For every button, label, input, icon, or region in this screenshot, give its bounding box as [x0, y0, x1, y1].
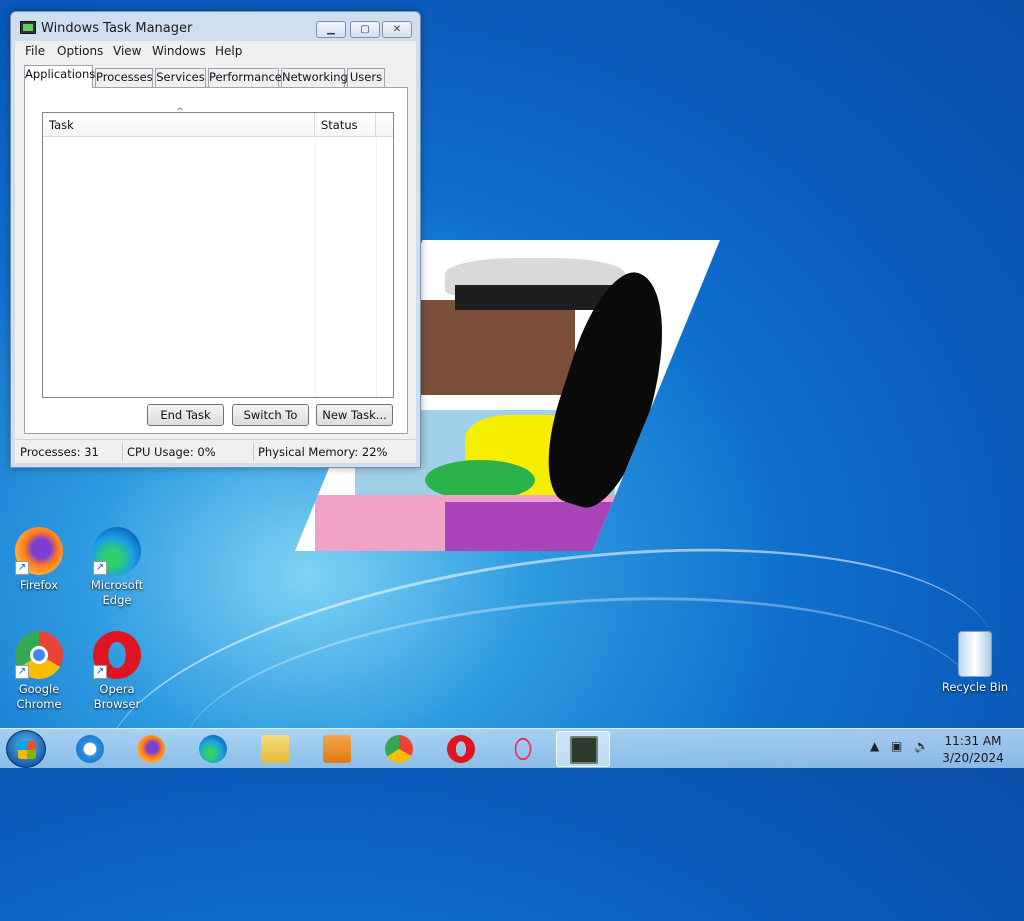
- desktop-icon-edge[interactable]: ↗ Microsoft Edge: [79, 527, 155, 608]
- task-manager-window[interactable]: Windows Task Manager ▁ ▢ ✕ File Options …: [10, 11, 421, 468]
- opera-icon: ↗: [93, 631, 141, 679]
- menu-help[interactable]: Help: [215, 44, 242, 58]
- list-header: Task ^ Status: [43, 107, 393, 137]
- taskbar-media-player[interactable]: [310, 731, 364, 767]
- taskbar-file-explorer[interactable]: [248, 731, 302, 767]
- menu-file[interactable]: File: [25, 44, 45, 58]
- edge-icon: ↗: [93, 527, 141, 575]
- minimize-button[interactable]: ▁: [316, 21, 346, 38]
- chrome-icon: [385, 735, 413, 763]
- desktop-icon-chrome[interactable]: ↗ Google Chrome: [1, 631, 77, 712]
- column-divider: [315, 137, 316, 397]
- chrome-icon: ↗: [15, 631, 63, 679]
- file-explorer-icon: [261, 735, 289, 763]
- taskbar-opera[interactable]: [434, 731, 488, 767]
- task-manager-icon: [20, 21, 36, 34]
- tab-services[interactable]: Services: [155, 68, 206, 87]
- windows-logo-icon: [18, 741, 36, 759]
- edge-icon: [199, 735, 227, 763]
- applications-panel: Task ^ Status End Task Switch To New Tas…: [24, 87, 408, 434]
- opera-gx-icon: [509, 735, 537, 763]
- taskbar: ▲ ▣ 🔈 11:31 AM 3/20/2024: [0, 728, 1024, 768]
- tab-processes[interactable]: Processes: [95, 68, 153, 87]
- desktop-icon-recycle-bin[interactable]: Recycle Bin: [937, 631, 1013, 695]
- maximize-button[interactable]: ▢: [350, 21, 380, 38]
- firefox-icon: ↗: [15, 527, 63, 575]
- menu-view[interactable]: View: [113, 44, 141, 58]
- processes-count: Processes: 31: [20, 445, 99, 459]
- tab-users[interactable]: Users: [347, 68, 385, 87]
- menu-windows[interactable]: Windows: [152, 44, 206, 58]
- tab-performance[interactable]: Performance: [208, 68, 282, 87]
- firefox-icon: [137, 735, 165, 763]
- menu-options[interactable]: Options: [57, 44, 103, 58]
- taskbar-edge[interactable]: [186, 731, 240, 767]
- menu-bar: File Options View Windows Help: [15, 41, 416, 61]
- internet-explorer-icon: [76, 735, 104, 763]
- clock[interactable]: 11:31 AM 3/20/2024: [940, 733, 1006, 767]
- taskbar-internet-explorer[interactable]: [63, 731, 117, 767]
- title-bar[interactable]: Windows Task Manager ▁ ▢ ✕: [11, 12, 420, 42]
- taskbar-opera-gx[interactable]: [496, 731, 550, 767]
- task-list[interactable]: Task ^ Status: [42, 107, 394, 398]
- desktop-icon-opera[interactable]: ↗ Opera Browser: [79, 631, 155, 712]
- task-manager-icon: [570, 736, 598, 764]
- desktop-icon-firefox[interactable]: ↗ Firefox: [1, 527, 77, 593]
- status-bar: Processes: 31 CPU Usage: 0% Physical Mem…: [15, 439, 416, 463]
- clock-date: 3/20/2024: [942, 751, 1004, 765]
- physical-memory: Physical Memory: 22%: [258, 445, 388, 459]
- end-task-button[interactable]: End Task: [147, 404, 224, 426]
- sort-ascending-icon: ^: [176, 107, 184, 117]
- switch-to-button[interactable]: Switch To: [232, 404, 309, 426]
- network-icon[interactable]: ▣: [891, 739, 902, 753]
- cpu-usage: CPU Usage: 0%: [127, 445, 216, 459]
- tab-applications[interactable]: Applications: [24, 65, 95, 88]
- media-player-icon: [323, 735, 351, 763]
- column-divider: [376, 137, 377, 397]
- volume-muted-icon[interactable]: 🔈: [914, 739, 929, 753]
- recycle-bin-icon: [958, 631, 992, 677]
- opera-icon: [447, 735, 475, 763]
- show-hidden-icons-icon[interactable]: ▲: [870, 739, 879, 753]
- close-button[interactable]: ✕: [382, 21, 412, 38]
- start-button[interactable]: [6, 730, 46, 768]
- window-client: Applications Processes Services Performa…: [15, 61, 416, 463]
- window-title: Windows Task Manager: [41, 21, 193, 36]
- taskbar-firefox[interactable]: [124, 731, 178, 767]
- taskbar-chrome[interactable]: [372, 731, 426, 767]
- clock-time: 11:31 AM: [944, 734, 1002, 748]
- column-status[interactable]: Status: [315, 113, 376, 137]
- new-task-button[interactable]: New Task...: [316, 404, 393, 426]
- taskbar-task-manager[interactable]: [556, 731, 610, 767]
- tab-networking[interactable]: Networking: [281, 68, 348, 87]
